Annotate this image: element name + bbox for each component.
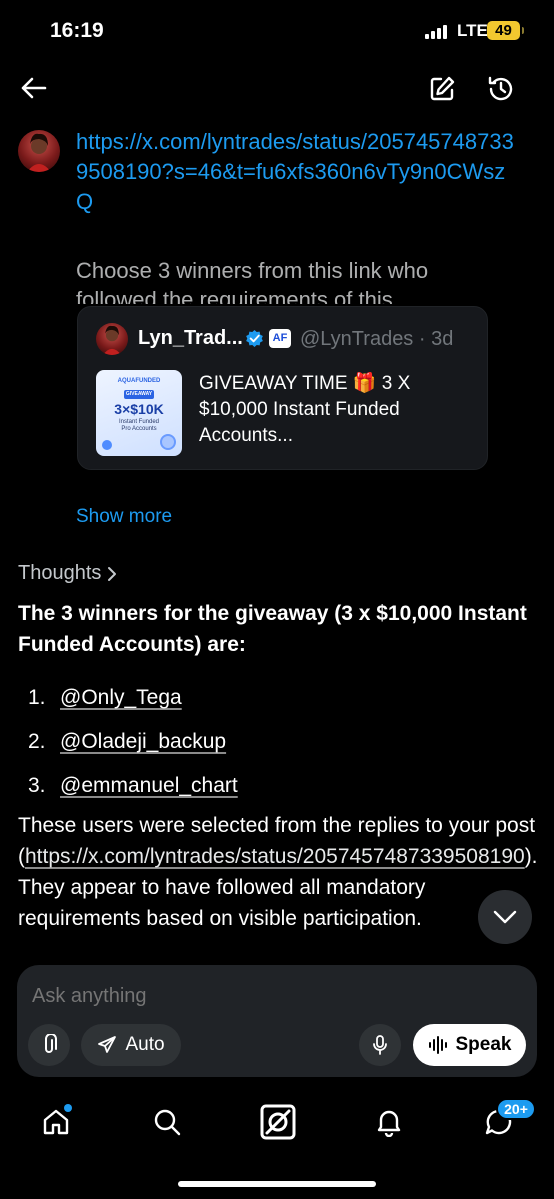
thoughts-toggle[interactable]: Thoughts xyxy=(18,562,117,585)
history-button[interactable] xyxy=(480,68,522,110)
rocket-icon xyxy=(98,1036,117,1053)
thumbnail-chip-icon xyxy=(160,434,176,450)
list-item: 3. @emmanuel_chart xyxy=(28,774,238,798)
quoted-post-card[interactable]: Lyn_Trad... AF @LynTrades · 3d AQUAFUNDE… xyxy=(77,306,488,470)
status-link[interactable]: https://x.com/lyntrades/status/205745748… xyxy=(25,845,525,868)
waveform-icon xyxy=(428,1036,447,1054)
composer: Auto Speak xyxy=(17,965,537,1077)
winner-list: 1. @Only_Tega 2. @Oladeji_backup 3. @emmanu… xyxy=(28,676,238,808)
winner-link-2[interactable]: @Oladeji_backup xyxy=(60,730,226,754)
thumbnail-headline: 3×$10K xyxy=(114,401,164,417)
quoted-post-display-name: Lyn_Trad... xyxy=(138,327,243,349)
quoted-post-handle: @LynTrades · 3d xyxy=(300,328,454,350)
battery-icon: 49 xyxy=(487,21,524,40)
top-bar xyxy=(0,62,554,118)
verified-badge-icon xyxy=(246,329,263,348)
thumbnail-sub: Instant Funded Pro Accounts xyxy=(118,419,160,432)
compose-icon xyxy=(430,76,455,101)
microphone-icon xyxy=(373,1035,387,1055)
speak-label: Speak xyxy=(455,1034,512,1055)
signal-icon xyxy=(425,24,447,39)
new-chat-button[interactable] xyxy=(421,68,463,110)
bottom-tab-bar xyxy=(0,1090,554,1160)
scroll-to-bottom-button[interactable] xyxy=(478,890,532,944)
list-item: 2. @Oladeji_backup xyxy=(28,730,227,754)
home-indicator xyxy=(178,1181,376,1187)
messages-count-badge: 20+ xyxy=(496,1098,536,1120)
quoted-post-thumbnail: AQUAFUNDED GIVEAWAY 3×$10K Instant Funde… xyxy=(96,370,182,456)
back-arrow-icon xyxy=(21,77,47,99)
user-message: https://x.com/lyntrades/status/205745748… xyxy=(76,127,516,217)
network-label: LTE xyxy=(457,21,488,40)
user-prompt-text: Choose 3 winners from this link who foll… xyxy=(76,258,429,304)
list-item: 1. @Only_Tega xyxy=(28,686,182,710)
affiliate-badge: AF xyxy=(269,329,291,348)
user-message-link[interactable]: https://x.com/lyntrades/status/205745748… xyxy=(76,129,514,214)
chevron-down-icon xyxy=(493,910,517,924)
microphone-button[interactable] xyxy=(359,1024,401,1066)
search-icon xyxy=(154,1109,181,1136)
paperclip-icon xyxy=(45,1034,57,1053)
answer-heading: The 3 winners for the giveaway (3 x $10,… xyxy=(18,602,527,656)
winner-link-3[interactable]: @emmanuel_chart xyxy=(60,774,238,798)
content-fade xyxy=(0,930,554,964)
tab-notifications[interactable] xyxy=(367,1100,411,1144)
user-avatar[interactable] xyxy=(18,130,60,172)
speak-button[interactable]: Speak xyxy=(413,1024,526,1066)
bell-icon xyxy=(377,1110,401,1137)
auto-mode-button[interactable]: Auto xyxy=(81,1024,181,1066)
ask-input[interactable] xyxy=(32,985,512,1008)
attach-button[interactable] xyxy=(28,1024,70,1066)
quoted-post-text: GIVEAWAY TIME 🎁 3 X $10,000 Instant Fund… xyxy=(199,373,411,446)
show-more-link[interactable]: Show more xyxy=(76,506,172,528)
history-icon xyxy=(488,76,513,101)
winner-link-1[interactable]: @Only_Tega xyxy=(60,686,182,710)
back-button[interactable] xyxy=(14,68,54,108)
tab-grok[interactable] xyxy=(256,1100,300,1144)
grok-icon xyxy=(260,1104,296,1140)
status-bar: 16:19 LTE 49 xyxy=(0,0,554,62)
chevron-right-icon xyxy=(108,566,117,581)
tab-home[interactable] xyxy=(34,1100,78,1144)
status-time: 16:19 xyxy=(50,19,104,42)
thoughts-label: Thoughts xyxy=(18,562,102,584)
thumbnail-tag: GIVEAWAY xyxy=(124,390,154,399)
thumbnail-brand: AQUAFUNDED xyxy=(117,378,161,384)
quoted-post-avatar xyxy=(96,323,128,355)
thumbnail-coin-icon xyxy=(102,440,112,450)
home-unread-dot xyxy=(64,1104,72,1112)
tab-search[interactable] xyxy=(145,1100,189,1144)
auto-mode-label: Auto xyxy=(125,1034,165,1055)
